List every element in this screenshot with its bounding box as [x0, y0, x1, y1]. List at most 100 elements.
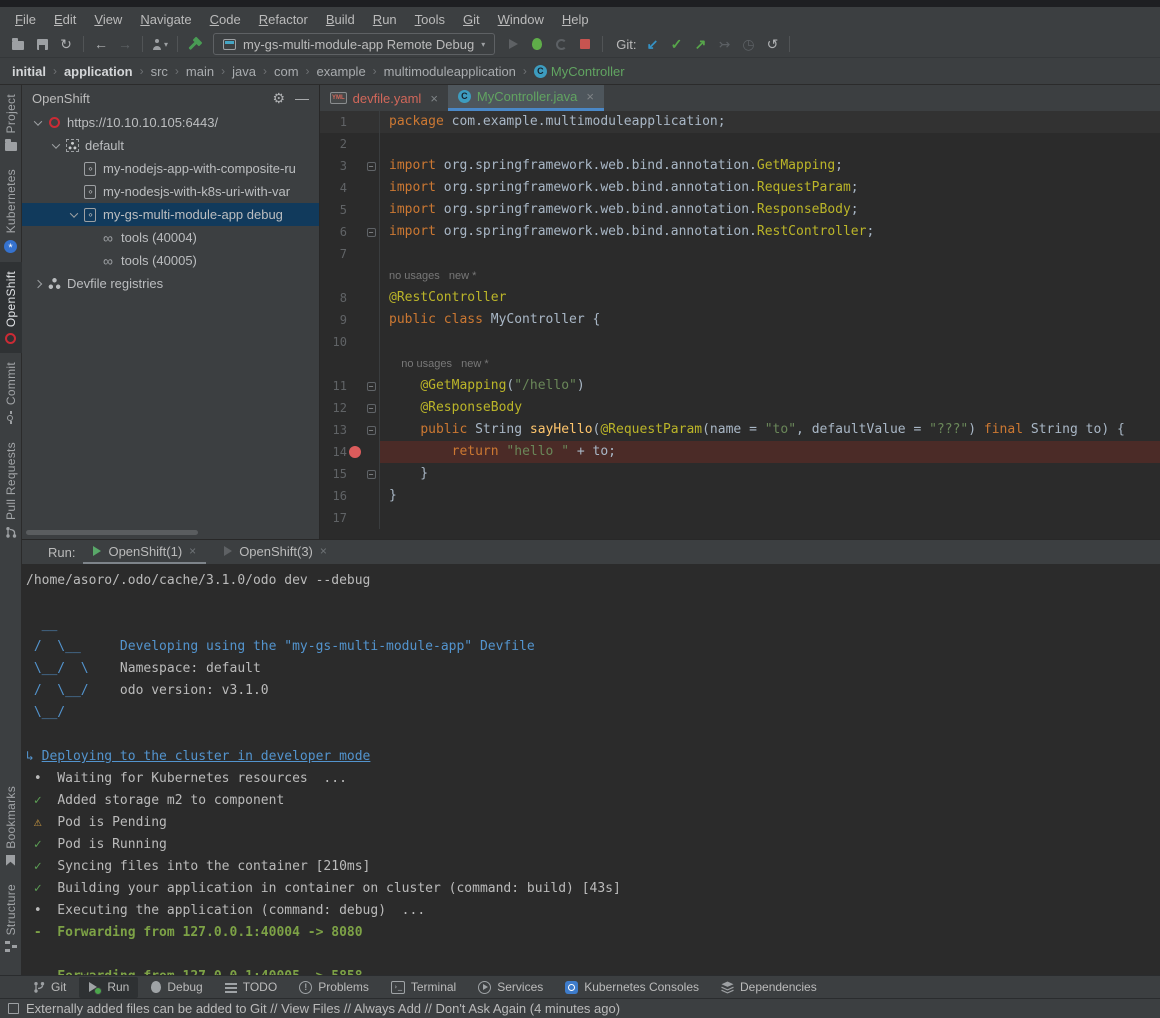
close-icon[interactable]: ×: [189, 544, 196, 558]
fold-marker-icon[interactable]: −: [367, 162, 376, 171]
build-hammer-icon[interactable]: [183, 33, 207, 55]
menu-build[interactable]: Build: [317, 12, 364, 27]
tree-row[interactable]: https://10.10.10.105:6443/: [22, 111, 319, 134]
chevron-right-icon[interactable]: [34, 279, 42, 287]
breadcrumb-item[interactable]: java: [232, 64, 256, 79]
save-icon[interactable]: [30, 33, 54, 55]
menu-tools[interactable]: Tools: [406, 12, 454, 27]
breakpoint-slot[interactable]: [347, 133, 363, 155]
run-console[interactable]: /home/asoro/.odo/cache/3.1.0/odo dev --d…: [22, 564, 1160, 975]
stripe-button-structure[interactable]: Structure: [0, 875, 22, 961]
tool-button-run[interactable]: Run: [79, 977, 138, 998]
sync-icon[interactable]: ↻: [54, 33, 78, 55]
tool-button-kubernetes-consoles[interactable]: Kubernetes Consoles: [556, 977, 708, 998]
back-icon[interactable]: ←: [89, 33, 113, 55]
close-icon[interactable]: ×: [320, 544, 327, 558]
tool-button-services[interactable]: Services: [469, 977, 552, 998]
menu-view[interactable]: View: [85, 12, 131, 27]
editor-code-area[interactable]: 1package com.example.multimoduleapplicat…: [320, 111, 1160, 539]
git-commit-icon[interactable]: ✓: [664, 33, 688, 55]
tool-button-debug[interactable]: Debug: [142, 977, 211, 998]
stripe-button-pull-requests[interactable]: Pull Requests: [0, 433, 22, 548]
close-icon[interactable]: ×: [586, 89, 594, 104]
tree-row[interactable]: default: [22, 134, 319, 157]
fold-marker-icon[interactable]: −: [367, 404, 376, 413]
tree-row[interactable]: Devfile registries: [22, 272, 319, 295]
tool-button-todo[interactable]: TODO: [216, 977, 286, 998]
tree-row[interactable]: ‹›my-nodesjs-with-k8s-uri-with-var: [22, 180, 319, 203]
breakpoint-slot[interactable]: [347, 155, 363, 177]
run-icon[interactable]: [501, 33, 525, 55]
run-config-select[interactable]: my-gs-multi-module-app Remote Debug ▾: [213, 33, 495, 55]
profiler-icon[interactable]: [549, 33, 573, 55]
chevron-down-icon[interactable]: [52, 140, 60, 148]
breakpoint-icon[interactable]: [349, 446, 361, 458]
fold-marker-icon[interactable]: −: [367, 470, 376, 479]
editor-tab-mycontroller-java[interactable]: CMyController.java×: [448, 85, 604, 111]
breakpoint-slot[interactable]: [347, 463, 363, 485]
debug-icon[interactable]: [525, 33, 549, 55]
fold-marker-icon[interactable]: −: [367, 426, 376, 435]
history-icon[interactable]: ◷: [736, 33, 760, 55]
stripe-button-project[interactable]: Project: [0, 85, 22, 160]
tool-button-terminal[interactable]: ›_Terminal: [382, 977, 465, 998]
forward-icon[interactable]: →: [113, 33, 137, 55]
breadcrumb-item[interactable]: com: [274, 64, 299, 79]
menu-file[interactable]: File: [6, 12, 45, 27]
tool-button-problems[interactable]: !Problems: [290, 977, 378, 998]
console-link[interactable]: Deploying to the cluster in developer mo…: [42, 749, 371, 764]
stripe-button-commit[interactable]: Commit: [0, 353, 22, 433]
rollback-icon[interactable]: ↺: [760, 33, 784, 55]
breadcrumb-item[interactable]: initial: [12, 64, 46, 79]
breakpoint-slot[interactable]: [347, 309, 363, 331]
git-cherry-pick-icon[interactable]: ↣: [712, 33, 736, 55]
breakpoint-slot[interactable]: [347, 199, 363, 221]
menu-window[interactable]: Window: [489, 12, 553, 27]
tool-button-git[interactable]: Git: [24, 977, 75, 998]
run-tab-openshift3[interactable]: OpenShift(3)×: [214, 540, 337, 564]
breakpoint-slot[interactable]: [347, 221, 363, 243]
menu-refactor[interactable]: Refactor: [250, 12, 317, 27]
minimize-icon[interactable]: —: [295, 90, 309, 106]
tree-row[interactable]: ∞tools (40005): [22, 249, 319, 272]
breadcrumb-item[interactable]: multimoduleapplication: [384, 64, 516, 79]
breakpoint-slot[interactable]: [347, 111, 363, 133]
run-tab-openshift1[interactable]: OpenShift(1)×: [83, 540, 206, 564]
gear-icon[interactable]: ⚙: [272, 90, 285, 107]
menu-run[interactable]: Run: [364, 12, 406, 27]
fold-marker-icon[interactable]: −: [367, 382, 376, 391]
fold-marker-icon[interactable]: −: [367, 228, 376, 237]
breakpoint-slot[interactable]: [347, 287, 363, 309]
breadcrumb-item[interactable]: example: [317, 64, 366, 79]
menu-help[interactable]: Help: [553, 12, 598, 27]
menu-git[interactable]: Git: [454, 12, 489, 27]
git-update-icon[interactable]: ↙: [640, 33, 664, 55]
breakpoint-slot[interactable]: [347, 375, 363, 397]
breadcrumb-item[interactable]: MyController: [551, 64, 625, 79]
breakpoint-slot[interactable]: [347, 419, 363, 441]
breadcrumb-item[interactable]: src: [151, 64, 168, 79]
stripe-button-kubernetes[interactable]: Kubernetes*: [0, 160, 22, 261]
status-message[interactable]: Externally added files can be added to G…: [26, 1001, 620, 1016]
breakpoint-slot[interactable]: [347, 331, 363, 353]
user-icon[interactable]: ▾: [148, 33, 172, 55]
editor-tab-devfile-yaml[interactable]: YMLdevfile.yaml×: [320, 85, 448, 111]
menu-code[interactable]: Code: [201, 12, 250, 27]
tree-row[interactable]: ∞tools (40004): [22, 226, 319, 249]
breakpoint-slot[interactable]: [347, 177, 363, 199]
stripe-button-bookmarks[interactable]: Bookmarks: [0, 777, 22, 875]
breakpoint-slot[interactable]: [347, 441, 363, 463]
tool-button-dependencies[interactable]: Dependencies: [712, 977, 826, 998]
breakpoint-slot[interactable]: [347, 397, 363, 419]
menu-edit[interactable]: Edit: [45, 12, 85, 27]
breakpoint-slot[interactable]: [347, 485, 363, 507]
git-push-icon[interactable]: ↗: [688, 33, 712, 55]
chevron-down-icon[interactable]: [70, 209, 78, 217]
menu-navigate[interactable]: Navigate: [131, 12, 200, 27]
breakpoint-slot[interactable]: [347, 507, 363, 529]
stripe-button-openshift[interactable]: OpenShift: [0, 262, 22, 353]
breakpoint-slot[interactable]: [347, 265, 363, 287]
close-icon[interactable]: ×: [430, 91, 438, 106]
tree-row[interactable]: ‹›my-gs-multi-module-app debug: [22, 203, 319, 226]
breadcrumb-item[interactable]: application: [64, 64, 133, 79]
